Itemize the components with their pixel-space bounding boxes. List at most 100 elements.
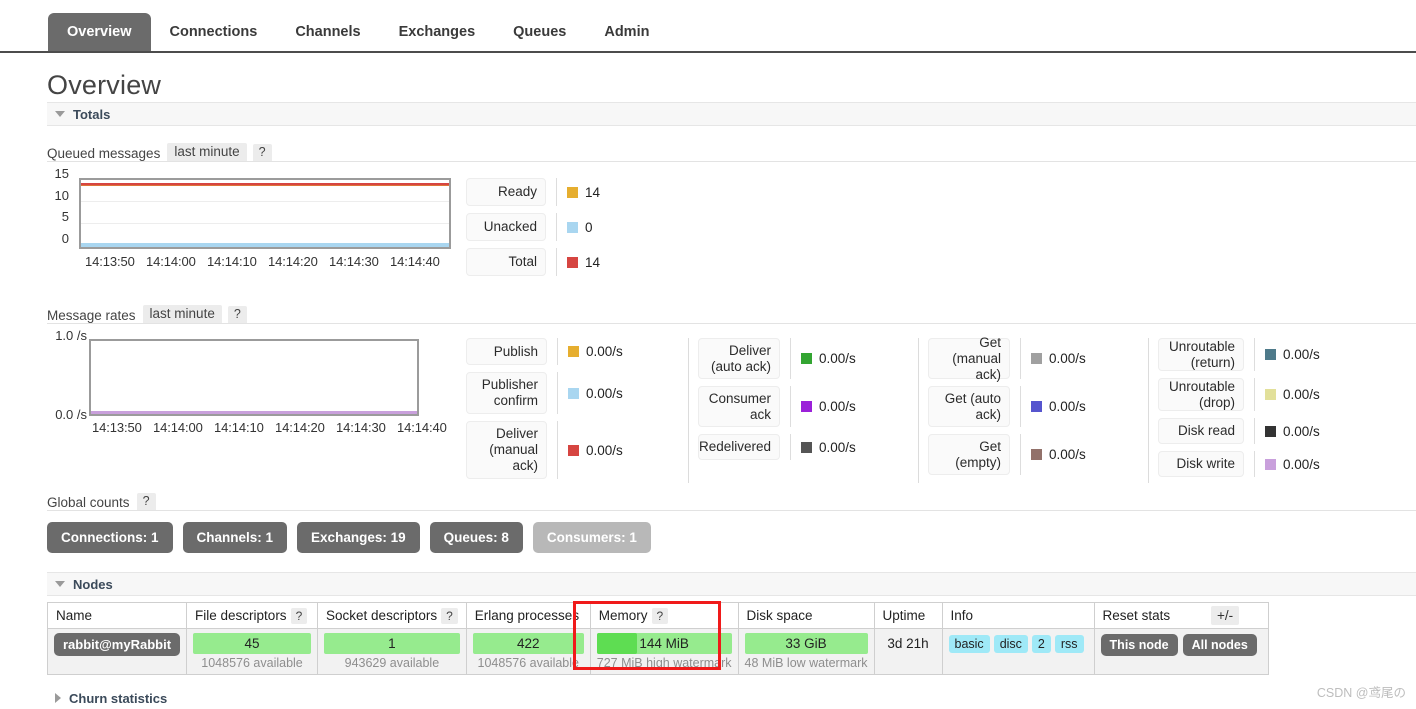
queued-messages-period-chip[interactable]: last minute bbox=[167, 143, 247, 161]
help-icon[interactable]: ? bbox=[651, 608, 669, 624]
info-tag-disc[interactable]: disc bbox=[993, 635, 1028, 653]
queued-messages-title: Queued messages bbox=[47, 146, 161, 161]
stat-value-publisher-confirm: 0.00/s bbox=[586, 385, 623, 401]
stat-label-deliver-auto-ack[interactable]: Deliver (auto ack) bbox=[698, 338, 780, 379]
stat-label-get-manual-ack[interactable]: Get (manual ack) bbox=[928, 335, 1010, 382]
stat-label-consumer-ack[interactable]: Consumer ack bbox=[698, 386, 780, 427]
legend-swatch-get-auto-ack bbox=[1031, 401, 1042, 412]
message-rates-header: Message rates last minute ? bbox=[47, 302, 1416, 324]
x-tick-label: 14:14:10 bbox=[214, 420, 264, 435]
cell-reset-stats: This node All nodes bbox=[1093, 628, 1269, 675]
section-header-churn[interactable]: Churn statistics bbox=[47, 686, 1416, 709]
nav-tab-exchanges[interactable]: Exchanges bbox=[380, 13, 495, 51]
table-row: rabbit@myRabbit 45 1048576 available 1 9… bbox=[46, 628, 1269, 675]
message-rates-column-1: Publish 0.00/s Publisher confirm 0.00/s … bbox=[466, 338, 623, 486]
info-tag-rss[interactable]: rss bbox=[1054, 635, 1084, 653]
message-rates-column-2: Deliver (auto ack) 0.00/s Consumer ack 0… bbox=[698, 338, 856, 467]
stat-value-disk-write: 0.00/s bbox=[1283, 456, 1320, 472]
nodes-table: Name File descriptors? Socket descriptor… bbox=[46, 602, 1269, 675]
socket-descriptors-value: 1 bbox=[388, 636, 396, 651]
pill-consumers[interactable]: Consumers: 1 bbox=[532, 522, 651, 553]
watermark-text: CSDN @鸢尾の bbox=[1316, 686, 1406, 700]
column-separator bbox=[688, 338, 689, 483]
stat-value-redelivered: 0.00/s bbox=[819, 439, 856, 455]
col-header-info[interactable]: Info bbox=[941, 602, 1095, 629]
section-header-nodes[interactable]: Nodes bbox=[47, 572, 1416, 596]
stat-label-unroutable-return[interactable]: Unroutable (return) bbox=[1158, 338, 1244, 371]
nav-tab-admin[interactable]: Admin bbox=[585, 13, 668, 51]
stat-label-publisher-confirm[interactable]: Publisher confirm bbox=[466, 372, 547, 414]
nav-tabs: Overview Connections Channels Exchanges … bbox=[48, 13, 668, 51]
col-header-erlang-processes[interactable]: Erlang processes bbox=[465, 602, 591, 629]
stat-label-total[interactable]: Total bbox=[466, 248, 546, 276]
nav-tab-connections[interactable]: Connections bbox=[151, 13, 277, 51]
stat-label-get-auto-ack[interactable]: Get (auto ack) bbox=[928, 386, 1010, 427]
pill-exchanges[interactable]: Exchanges: 19 bbox=[297, 522, 420, 553]
col-header-socket-descriptors[interactable]: Socket descriptors? bbox=[317, 602, 467, 629]
help-icon[interactable]: ? bbox=[441, 608, 458, 624]
message-rates-help-icon[interactable]: ? bbox=[227, 306, 247, 323]
x-tick-label: 14:14:30 bbox=[329, 254, 379, 269]
col-header-label: Uptime bbox=[882, 608, 926, 623]
queued-messages-stats: Ready 14 Unacked 0 Total 14 bbox=[466, 178, 626, 283]
series-line-zero bbox=[91, 411, 417, 414]
col-header-name[interactable]: Name bbox=[46, 602, 188, 629]
section-header-totals[interactable]: Totals bbox=[47, 102, 1416, 126]
help-icon[interactable]: ? bbox=[290, 608, 308, 624]
stat-label-unacked[interactable]: Unacked bbox=[466, 213, 546, 241]
reset-all-nodes-button[interactable]: All nodes bbox=[1182, 634, 1257, 656]
col-header-file-descriptors[interactable]: File descriptors? bbox=[186, 602, 319, 629]
stat-label-publish[interactable]: Publish bbox=[466, 338, 547, 365]
y-tick-label: 0.0 /s bbox=[55, 407, 87, 422]
nav-tab-queues[interactable]: Queues bbox=[494, 13, 585, 51]
x-tick-label: 14:14:00 bbox=[153, 420, 203, 435]
erlang-processes-bar: 422 bbox=[472, 633, 584, 654]
disk-space-note: 48 MiB low watermark bbox=[744, 656, 868, 670]
stat-label-get-empty[interactable]: Get (empty) bbox=[928, 434, 1010, 475]
queued-messages-help-icon[interactable]: ? bbox=[252, 144, 272, 161]
stat-label-ready[interactable]: Ready bbox=[466, 178, 546, 206]
stat-value-ready: 14 bbox=[585, 184, 601, 200]
page-title: Overview bbox=[47, 70, 162, 100]
global-counts-title: Global counts bbox=[47, 495, 130, 510]
info-tag-count[interactable]: 2 bbox=[1031, 635, 1051, 653]
col-header-label: Name bbox=[56, 608, 93, 623]
message-rates-column-3: Get (manual ack) 0.00/s Get (auto ack) 0… bbox=[928, 335, 1086, 482]
node-name-badge[interactable]: rabbit@myRabbit bbox=[54, 633, 181, 656]
nav-tab-label: Channels bbox=[295, 24, 361, 40]
stat-row-disk-read: Disk read 0.00/s bbox=[1158, 418, 1320, 444]
col-header-reset-stats[interactable]: Reset stats bbox=[1093, 602, 1269, 629]
nav-tab-channels[interactable]: Channels bbox=[276, 13, 379, 51]
col-header-label: Memory bbox=[598, 608, 648, 623]
stat-label-disk-read[interactable]: Disk read bbox=[1158, 418, 1244, 444]
col-header-label: Socket descriptors bbox=[326, 608, 438, 623]
stat-row-disk-write: Disk write 0.00/s bbox=[1158, 451, 1320, 477]
pill-connections[interactable]: Connections: 1 bbox=[47, 522, 173, 553]
stat-label-redelivered[interactable]: Redelivered bbox=[698, 434, 780, 460]
global-counts-pills: Connections: 1 Channels: 1 Exchanges: 19… bbox=[47, 522, 651, 553]
message-rates-period-chip[interactable]: last minute bbox=[142, 305, 222, 323]
col-header-label: Reset stats bbox=[1102, 608, 1171, 623]
stat-row-get-auto-ack: Get (auto ack) 0.00/s bbox=[928, 386, 1086, 427]
x-tick-label: 14:13:50 bbox=[92, 420, 142, 435]
pill-channels[interactable]: Channels: 1 bbox=[182, 522, 288, 553]
queued-messages-header: Queued messages last minute ? bbox=[47, 140, 1416, 162]
col-header-memory[interactable]: Memory? bbox=[589, 602, 739, 629]
global-counts-help-icon[interactable]: ? bbox=[136, 493, 156, 510]
col-header-disk-space[interactable]: Disk space bbox=[737, 602, 875, 629]
legend-swatch-consumer-ack bbox=[801, 401, 812, 412]
col-header-uptime[interactable]: Uptime bbox=[873, 602, 943, 629]
pill-queues[interactable]: Queues: 8 bbox=[429, 522, 523, 553]
stat-label-unroutable-drop[interactable]: Unroutable (drop) bbox=[1158, 378, 1244, 411]
stat-label-deliver-manual-ack[interactable]: Deliver (manual ack) bbox=[466, 421, 547, 479]
toggle-columns-button[interactable]: +/- bbox=[1211, 606, 1240, 625]
nav-tab-overview[interactable]: Overview bbox=[48, 13, 151, 51]
legend-swatch-unroutable-drop bbox=[1265, 389, 1276, 400]
cell-uptime: 3d 21h bbox=[873, 628, 943, 675]
reset-this-node-button[interactable]: This node bbox=[1100, 634, 1178, 656]
info-tag-basic[interactable]: basic bbox=[948, 635, 990, 653]
erlang-processes-note: 1048576 available bbox=[477, 656, 579, 670]
cell-info: basic disc 2 rss bbox=[941, 628, 1095, 675]
stat-label-disk-write[interactable]: Disk write bbox=[1158, 451, 1244, 477]
series-line-unacked bbox=[81, 243, 449, 247]
